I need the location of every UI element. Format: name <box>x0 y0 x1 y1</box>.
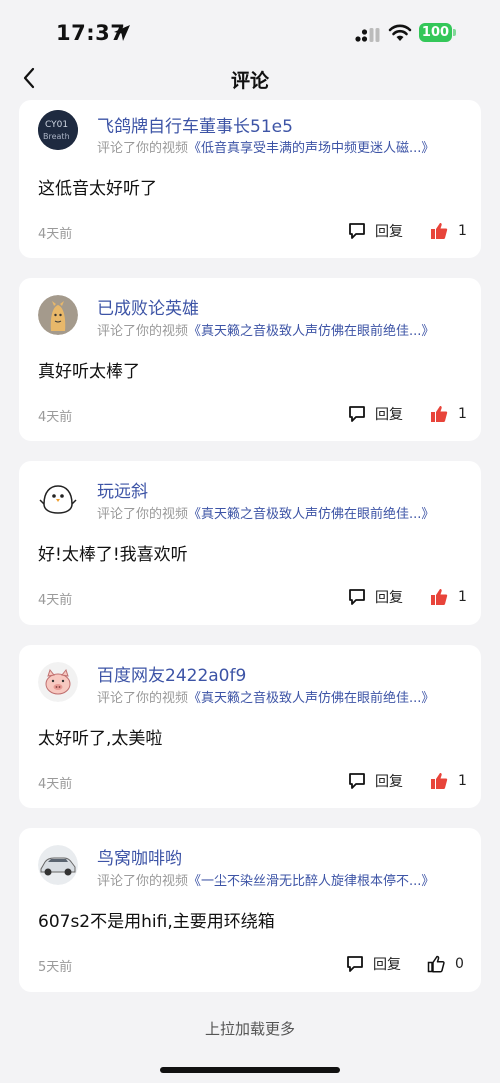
reply-button[interactable]: 回复 <box>347 769 403 793</box>
thumbs-up-icon <box>431 223 448 239</box>
like-button[interactable]: 1 <box>430 219 467 243</box>
comment-subline: 评论了你的视频《真天籁之音极致人声仿佛在眼前绝佳...》 <box>97 503 434 522</box>
like-count: 1 <box>458 589 467 605</box>
comment-text: 真好听太棒了 <box>38 362 140 382</box>
comment-username[interactable]: 飞鸽牌自行车董事长51e5 <box>97 112 293 137</box>
comment-subline: 评论了你的视频《真天籁之音极致人声仿佛在眼前绝佳...》 <box>97 320 434 339</box>
video-title-link[interactable]: 《低音真享受丰满的声场中频更迷人磁...》 <box>188 141 434 156</box>
thumbs-up-icon <box>431 773 448 789</box>
avatar[interactable] <box>38 662 78 702</box>
svg-text:CY01: CY01 <box>45 120 68 130</box>
video-title-link[interactable]: 《真天籁之音极致人声仿佛在眼前绝佳...》 <box>188 691 434 706</box>
like-count: 0 <box>455 956 464 972</box>
page-title: 评论 <box>230 70 269 92</box>
reply-button[interactable]: 回复 <box>345 952 401 976</box>
reply-label: 回复 <box>375 224 403 240</box>
comment-subline: 评论了你的视频《低音真享受丰满的声场中频更迷人磁...》 <box>97 137 434 156</box>
home-indicator[interactable] <box>160 1067 340 1073</box>
avatar[interactable]: CY01 Breath <box>38 110 78 150</box>
wifi-icon <box>388 24 412 41</box>
like-button[interactable]: 1 <box>430 402 467 426</box>
status-bar: 17:37 100 <box>0 0 500 62</box>
comment-bubble-icon <box>349 589 365 605</box>
reply-label: 回复 <box>375 590 403 606</box>
battery-indicator: 100 <box>419 23 456 42</box>
thumbs-up-icon <box>431 406 448 422</box>
comment-card: 玩远斜 评论了你的视频《真天籁之音极致人声仿佛在眼前绝佳...》 好!太棒了!我… <box>19 461 481 625</box>
comment-time: 4天前 <box>38 777 73 792</box>
comment-card: CY01 Breath 飞鸽牌自行车董事长51e5 评论了你的视频《低音真享受丰… <box>19 100 481 258</box>
comment-action: 评论了你的视频 <box>97 507 189 522</box>
video-title-link[interactable]: 《真天籁之音极致人声仿佛在眼前绝佳...》 <box>188 324 434 339</box>
comment-action: 评论了你的视频 <box>97 141 189 156</box>
battery-level: 100 <box>421 25 450 40</box>
comment-text: 这低音太好听了 <box>38 179 157 199</box>
like-button[interactable]: 1 <box>430 769 467 793</box>
comment-username[interactable]: 百度网友2422a0f9 <box>97 661 246 686</box>
comment-subline: 评论了你的视频《一尘不染丝滑无比醉人旋律根本停不...》 <box>97 870 434 889</box>
thumbs-up-outline-icon <box>427 955 445 973</box>
avatar[interactable] <box>38 295 78 335</box>
like-count: 1 <box>458 406 467 422</box>
comment-time: 4天前 <box>38 410 73 425</box>
comment-username[interactable]: 已成败论英雄 <box>97 294 199 319</box>
avatar[interactable] <box>38 478 78 518</box>
comment-text: 太好听了,太美啦 <box>38 729 163 749</box>
comment-text: 607s2不是用hifi,主要用环绕箱 <box>38 912 275 932</box>
load-more-hint[interactable]: 上拉加载更多 <box>0 1018 500 1039</box>
location-arrow-icon <box>114 25 130 41</box>
video-title-link[interactable]: 《一尘不染丝滑无比醉人旋律根本停不...》 <box>188 874 434 889</box>
comment-card: 鸟窝咖啡哟 评论了你的视频《一尘不染丝滑无比醉人旋律根本停不...》 607s2… <box>19 828 481 992</box>
comment-action: 评论了你的视频 <box>97 691 189 706</box>
comment-action: 评论了你的视频 <box>97 324 189 339</box>
like-button[interactable]: 1 <box>430 585 467 609</box>
avatar[interactable] <box>38 845 78 885</box>
signal-icon <box>355 28 380 42</box>
comment-bubble-icon <box>349 406 365 422</box>
reply-button[interactable]: 回复 <box>347 402 403 426</box>
comment-time: 4天前 <box>38 227 73 242</box>
reply-label: 回复 <box>375 774 403 790</box>
nav-bar: 评论 <box>0 56 500 100</box>
thumbs-up-icon <box>431 589 448 605</box>
comment-username[interactable]: 玩远斜 <box>97 477 148 502</box>
comment-bubble-icon <box>347 956 363 972</box>
comment-action: 评论了你的视频 <box>97 874 189 889</box>
reply-button[interactable]: 回复 <box>347 219 403 243</box>
comment-card: 百度网友2422a0f9 评论了你的视频《真天籁之音极致人声仿佛在眼前绝佳...… <box>19 645 481 808</box>
comment-subline: 评论了你的视频《真天籁之音极致人声仿佛在眼前绝佳...》 <box>97 687 434 706</box>
reply-label: 回复 <box>375 407 403 423</box>
comment-username[interactable]: 鸟窝咖啡哟 <box>97 844 182 869</box>
comment-bubble-icon <box>349 223 365 239</box>
comment-text: 好!太棒了!我喜欢听 <box>38 545 188 565</box>
comment-time: 4天前 <box>38 593 73 608</box>
comment-time: 5天前 <box>38 960 73 975</box>
like-count: 1 <box>458 773 467 789</box>
reply-button[interactable]: 回复 <box>347 585 403 609</box>
reply-label: 回复 <box>373 957 401 973</box>
comment-card: 已成败论英雄 评论了你的视频《真天籁之音极致人声仿佛在眼前绝佳...》 真好听太… <box>19 278 481 441</box>
svg-text:Breath: Breath <box>43 132 70 141</box>
like-count: 1 <box>458 223 467 239</box>
comment-bubble-icon <box>349 773 365 789</box>
like-button[interactable]: 0 <box>427 952 464 976</box>
video-title-link[interactable]: 《真天籁之音极致人声仿佛在眼前绝佳...》 <box>188 507 434 522</box>
